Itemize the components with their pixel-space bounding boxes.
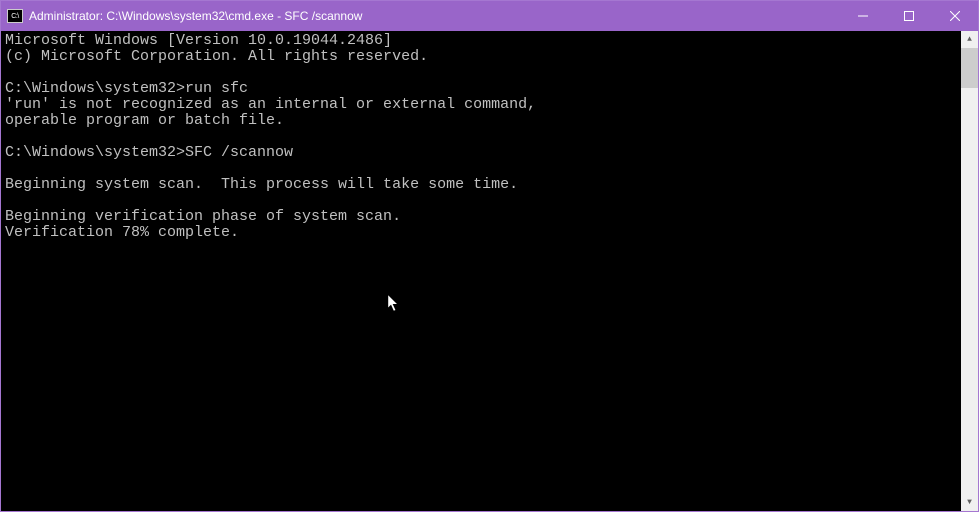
close-button[interactable] [932,1,978,31]
minimize-icon [858,11,868,21]
scroll-up-button[interactable]: ▲ [961,31,978,48]
command-prompt-window: C:\ Administrator: C:\Windows\system32\c… [0,0,979,512]
terminal-line [5,129,957,145]
terminal-output[interactable]: Microsoft Windows [Version 10.0.19044.24… [1,31,961,511]
terminal-line [5,193,957,209]
terminal-line: Beginning verification phase of system s… [5,209,957,225]
chevron-up-icon: ▲ [967,35,972,44]
maximize-button[interactable] [886,1,932,31]
terminal-line [5,161,957,177]
chevron-down-icon: ▼ [967,498,972,507]
cmd-icon: C:\ [7,9,23,23]
terminal-line: Microsoft Windows [Version 10.0.19044.24… [5,33,957,49]
scroll-track[interactable] [961,48,978,494]
terminal-line: Beginning system scan. This process will… [5,177,957,193]
terminal-line: (c) Microsoft Corporation. All rights re… [5,49,957,65]
maximize-icon [904,11,914,21]
terminal-line: C:\Windows\system32>run sfc [5,81,957,97]
terminal-line: operable program or batch file. [5,113,957,129]
scroll-thumb[interactable] [961,48,978,88]
close-icon [950,11,960,21]
window-controls [840,1,978,31]
cmd-icon-text: C:\ [11,13,18,20]
terminal-line: C:\Windows\system32>SFC /scannow [5,145,957,161]
terminal-line: Verification 78% complete. [5,225,957,241]
window-title: Administrator: C:\Windows\system32\cmd.e… [29,9,840,23]
minimize-button[interactable] [840,1,886,31]
terminal-line [5,65,957,81]
titlebar[interactable]: C:\ Administrator: C:\Windows\system32\c… [1,1,978,31]
terminal-line: 'run' is not recognized as an internal o… [5,97,957,113]
scroll-down-button[interactable]: ▼ [961,494,978,511]
terminal-area: Microsoft Windows [Version 10.0.19044.24… [1,31,978,511]
vertical-scrollbar[interactable]: ▲ ▼ [961,31,978,511]
